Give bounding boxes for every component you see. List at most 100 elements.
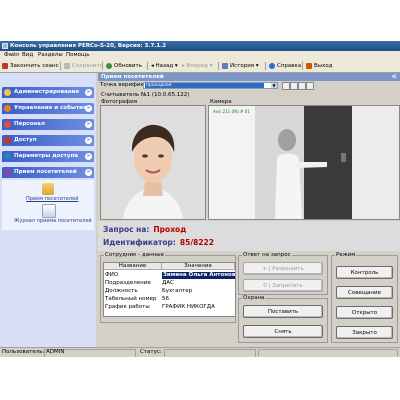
visitor-journal-icon[interactable] — [42, 204, 56, 218]
end-session-button[interactable]: Закончить сеанс — [2, 62, 59, 70]
sidebar-group-events[interactable]: Управление и события » — [2, 103, 94, 114]
panel-header: Прием посетителей ≪ — [98, 73, 400, 81]
user-value: ADMIN — [46, 349, 65, 355]
status-label: Статус: — [140, 349, 162, 355]
refresh-icon — [106, 62, 112, 69]
allow-button[interactable]: + | Разрешить — [243, 262, 323, 275]
chevron-down-icon: » — [85, 105, 92, 112]
sidebar: Администрирование » Управление и события… — [0, 73, 96, 347]
sidebar-group-personnel[interactable]: Персонал » — [2, 119, 94, 130]
history-button[interactable]: История ▾ — [222, 62, 259, 70]
admin-icon — [4, 89, 11, 96]
toolbar: Закончить сеанс Сохранить Обновить ◂ Наз… — [0, 60, 400, 73]
sidebar-item-visitor-journal[interactable]: Журнал приема посетителей — [14, 218, 92, 224]
chevron-down-icon: ▾ — [173, 63, 178, 69]
guard-group: Охрана Поставить Снять — [238, 295, 328, 343]
app-icon — [2, 43, 8, 49]
camera-overlay-text: Axis 211 (IN) # 01 — [213, 109, 250, 114]
control-mode-button[interactable]: Контроль — [336, 266, 393, 279]
visitor-reception-icon[interactable] — [42, 183, 54, 195]
request-label: Запрос на: — [103, 225, 150, 234]
visitor-reception-panel: Прием посетителей ≪ Точка верификации: п… — [98, 73, 400, 347]
access-params-icon — [4, 153, 11, 160]
visitor-photo-image — [101, 106, 205, 219]
chevron-down-icon[interactable]: ▼ — [271, 83, 277, 88]
collapse-icon[interactable]: ≪ — [391, 73, 397, 81]
camera-feed-image — [209, 106, 399, 219]
user-label: Пользователь: — [2, 349, 45, 355]
app-window: Консоль управления PERCo-S-20, Версия: 3… — [0, 41, 400, 357]
toolbar-separator — [265, 62, 266, 70]
menu-file[interactable]: Файл — [2, 51, 21, 60]
response-group: Ответ на запрос + | Разрешить 0 | Запрет… — [238, 252, 328, 295]
sidebar-group-access-params[interactable]: Параметры доступа » — [2, 151, 94, 162]
help-button[interactable]: Справка — [269, 62, 301, 70]
column-header-value: Значение — [162, 263, 235, 270]
toolbar-separator — [102, 62, 103, 70]
chevron-down-icon: » — [85, 121, 92, 128]
sidebar-group-access[interactable]: Доступ » — [2, 135, 94, 146]
table-row[interactable]: ФИО Зимина Ольга Антоновна — [104, 272, 235, 279]
exit-icon — [306, 62, 312, 69]
table-row[interactable]: Табельный номер 56 — [104, 296, 235, 303]
access-icon — [4, 137, 11, 144]
sidebar-item-visitor-reception[interactable]: Прием посетителей — [26, 196, 78, 202]
closed-mode-button[interactable]: Закрыто — [336, 326, 393, 339]
request-value: Проход — [153, 225, 187, 234]
toolbar-separator — [218, 62, 219, 70]
save-icon — [64, 62, 70, 69]
events-icon — [4, 105, 11, 112]
request-info: Запрос на: Проход Идентификатор: 85/8222 — [98, 221, 400, 251]
window-title: Консоль управления PERCo-S-20, Версия: 3… — [10, 43, 167, 49]
print-icon[interactable] — [306, 82, 314, 90]
sidebar-group-admin[interactable]: Администрирование » — [2, 87, 94, 98]
chevron-down-icon: » — [85, 153, 92, 160]
verification-point-select[interactable]: проходная ▼ — [143, 82, 278, 89]
title-bar: Консоль управления PERCo-S-20, Версия: 3… — [0, 41, 400, 51]
chevron-down-icon: ▾ — [254, 63, 259, 69]
toolbar-separator — [60, 62, 61, 70]
identifier-label: Идентификатор: — [103, 238, 176, 247]
employee-data-group: Сотрудник - данные Название Значение ФИО… — [100, 252, 236, 323]
open-mode-button[interactable]: Открыто — [336, 306, 393, 319]
toolbar-separator — [302, 62, 303, 70]
status-bar: Пользователь: ADMIN Статус: — [0, 347, 400, 357]
toolbar-separator — [147, 62, 148, 70]
mode-group: Режим Контроль Совещание Открыто Закрыто — [331, 252, 398, 343]
sidebar-group-visitors[interactable]: Прием посетителей « — [2, 167, 94, 178]
forward-button[interactable]: ▸ Вперед ▾ — [182, 62, 212, 70]
menu-sections[interactable]: Разделы — [36, 51, 65, 60]
verification-row: Точка верификации: проходная ▼ — [98, 82, 400, 91]
chevron-down-icon: ▾ — [207, 63, 213, 69]
deny-button[interactable]: 0 | Запретить — [243, 279, 323, 292]
personnel-icon — [4, 121, 11, 128]
identifier-value: 85/8222 — [179, 238, 214, 247]
chevron-up-icon: « — [85, 169, 92, 176]
disarm-button[interactable]: Снять — [243, 325, 323, 338]
exit-button[interactable]: Выход — [306, 62, 333, 70]
chevron-down-icon: » — [85, 137, 92, 144]
camera-icon[interactable] — [290, 82, 298, 90]
column-header-name: Название — [104, 263, 162, 270]
camera-view: Axis 211 (IN) # 01 — [208, 105, 400, 220]
sidebar-visitors-panel: Прием посетителей Журнал приема посетите… — [2, 180, 94, 230]
menu-bar: Файл Вид Разделы Помощь — [0, 51, 400, 60]
menu-view[interactable]: Вид — [20, 51, 35, 60]
menu-help[interactable]: Помощь — [64, 51, 91, 60]
table-row[interactable]: График работы ГРАФИК НИКОГДА — [104, 304, 235, 311]
arm-button[interactable]: Поставить — [243, 305, 323, 318]
back-button[interactable]: ◂ Назад ▾ — [151, 62, 178, 70]
chevron-down-icon: » — [85, 89, 92, 96]
grid-icon[interactable] — [298, 82, 306, 90]
employee-data-table: Название Значение ФИО Зимина Ольга Антон… — [103, 262, 236, 317]
refresh-button[interactable]: Обновить — [106, 62, 142, 70]
visitors-icon — [4, 169, 11, 176]
meeting-mode-button[interactable]: Совещание — [336, 286, 393, 299]
table-row[interactable]: Должность Бухгалтер — [104, 288, 235, 295]
history-icon — [222, 62, 228, 69]
settings-icon[interactable] — [282, 82, 290, 90]
help-icon — [269, 62, 275, 69]
table-row[interactable]: Подразделение ДАС — [104, 280, 235, 287]
save-button[interactable]: Сохранить — [64, 62, 103, 70]
visitor-photo — [100, 105, 206, 220]
